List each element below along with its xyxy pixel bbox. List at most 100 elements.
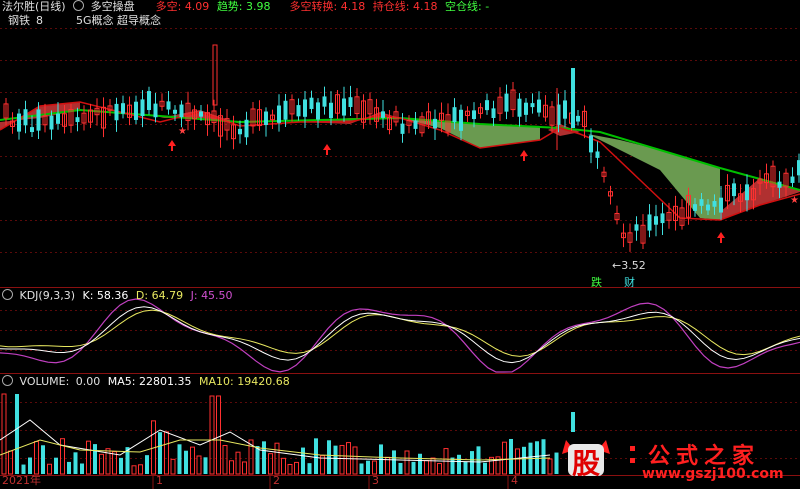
volume-bar-3 (21, 464, 26, 474)
candle-body-109 (712, 201, 717, 207)
candle-body-79 (517, 98, 522, 117)
volume-bar-6 (41, 445, 45, 474)
indicator-toggle-icon[interactable] (73, 0, 85, 11)
concept-row: 钢铁 (8, 14, 30, 28)
kdj-toggle-icon[interactable] (2, 289, 13, 300)
candle-body-11 (75, 117, 80, 123)
volume-name[interactable]: VOLUME: (20, 375, 70, 388)
kdj-name[interactable]: KDJ(9,3,3) (20, 289, 76, 302)
indicator-name[interactable]: 多空操盘 (91, 0, 135, 13)
volume-bar-65 (424, 460, 429, 475)
volume-bar-82 (535, 441, 539, 474)
volume-bar-62 (404, 450, 410, 475)
volume-bar-5 (34, 441, 39, 475)
volume-toggle-icon[interactable] (2, 375, 13, 386)
low-price-value: 3.52 (621, 259, 646, 272)
candle-body-80 (524, 102, 528, 115)
low-arrow-icon: ← (612, 259, 622, 272)
volume-ma5-value: 22801.35 (139, 375, 192, 388)
candle-body-101 (660, 213, 665, 224)
kdj-j-line (0, 298, 800, 373)
volume-bar-35 (229, 460, 234, 475)
buy-arrow-icon-2 (520, 150, 528, 161)
watermark: 股 公式之家 www.gszj100.com (558, 434, 798, 486)
candle-body-106 (693, 204, 697, 211)
kdj-legend: KDJ(9,3,3) K: 58.36 D: 64.79 J: 45.50 (2, 289, 233, 303)
candle-body-74 (485, 100, 489, 111)
volume-bar-40 (262, 441, 266, 474)
candle-body-114 (745, 184, 749, 201)
candle-body-107 (699, 199, 704, 206)
volume-bar-1 (8, 450, 13, 475)
volume-bar-10 (67, 461, 71, 474)
candle-body-119 (777, 181, 782, 188)
kdj-d-label: D: (135, 289, 149, 302)
zhuanhuan-label: 多空转换: (289, 0, 338, 13)
candle-body-46 (303, 99, 307, 117)
chicang-value: 4.18 (412, 0, 438, 13)
candle-body-112 (732, 183, 736, 197)
candle-body-82 (537, 99, 541, 113)
candle-body-27 (179, 104, 184, 118)
volume-bar-50 (327, 440, 331, 474)
candle-body-21 (140, 99, 145, 117)
volume-bar-24 (158, 432, 162, 474)
concept-tag-steel[interactable]: 钢铁 (8, 14, 30, 27)
volume-bar-20 (131, 465, 137, 475)
candle-body-66 (433, 118, 437, 129)
volume-bar-18 (119, 457, 123, 474)
zhuanhuan-value: 4.18 (340, 0, 366, 13)
volume-bar-12 (80, 463, 84, 474)
candle-body-25 (166, 101, 171, 110)
x-axis-label-jan: 1 (156, 474, 163, 488)
volume-spike-bar (571, 412, 575, 432)
candle-body-91 (595, 151, 600, 158)
volume-bar-60 (392, 450, 396, 474)
volume-bar-61 (398, 462, 403, 474)
spike-candle-2 (571, 68, 575, 128)
volume-bar-47 (307, 463, 312, 474)
x-axis-label-feb: 2 (273, 474, 280, 488)
volume-bar-71 (463, 461, 468, 474)
volume-bar-55 (359, 463, 364, 474)
volume-bar-33 (216, 395, 221, 475)
volume-value: 0.00 (75, 375, 101, 388)
candle-body-20 (134, 101, 138, 120)
volume-bar-0 (1, 393, 7, 475)
volume-bar-32 (209, 395, 215, 475)
candle-body-81 (530, 103, 535, 108)
watermark-logo-icon: 股 (560, 436, 612, 480)
qushi-label: 趋势: (216, 0, 243, 13)
candle-body-37 (244, 119, 249, 138)
duokong-label: 多空: (155, 0, 182, 13)
candle-body-72 (472, 110, 476, 120)
volume-bar-37 (242, 461, 247, 475)
candle-body-47 (309, 97, 314, 109)
candle-body-7 (49, 115, 54, 130)
candle-body-23 (153, 103, 158, 118)
candle-body-121 (790, 176, 795, 183)
watermark-glyph: 股 (572, 447, 601, 480)
chicang-label: 持仓线: (372, 0, 410, 13)
candle-body-61 (400, 123, 405, 134)
candle-body-90 (589, 135, 593, 153)
candle-body-43 (283, 100, 288, 120)
x-axis-label-0: 2021年 (2, 474, 41, 487)
concept-tag-5g[interactable]: 5G概念 超导概念 (76, 14, 161, 27)
volume-bar-9 (60, 438, 65, 475)
volume-bar-4 (28, 457, 32, 474)
volume-bar-70 (457, 454, 461, 474)
candle-body-110 (719, 197, 723, 213)
chart-canvas: ★★ (0, 28, 800, 489)
volume-bar-44 (287, 464, 293, 475)
kdj-j-label: J: (190, 289, 198, 302)
candle-body-97 (634, 224, 639, 231)
candle-body-22 (147, 91, 151, 111)
volume-bar-79 (515, 448, 520, 475)
kongcang-value: - (485, 0, 490, 13)
volume-bar-43 (281, 457, 286, 475)
volume-bar-67 (437, 462, 442, 475)
kongcang-label: 空仓线: (444, 0, 482, 13)
candle-body-48 (316, 102, 320, 120)
watermark-url: www.gszj100.com (642, 466, 784, 482)
